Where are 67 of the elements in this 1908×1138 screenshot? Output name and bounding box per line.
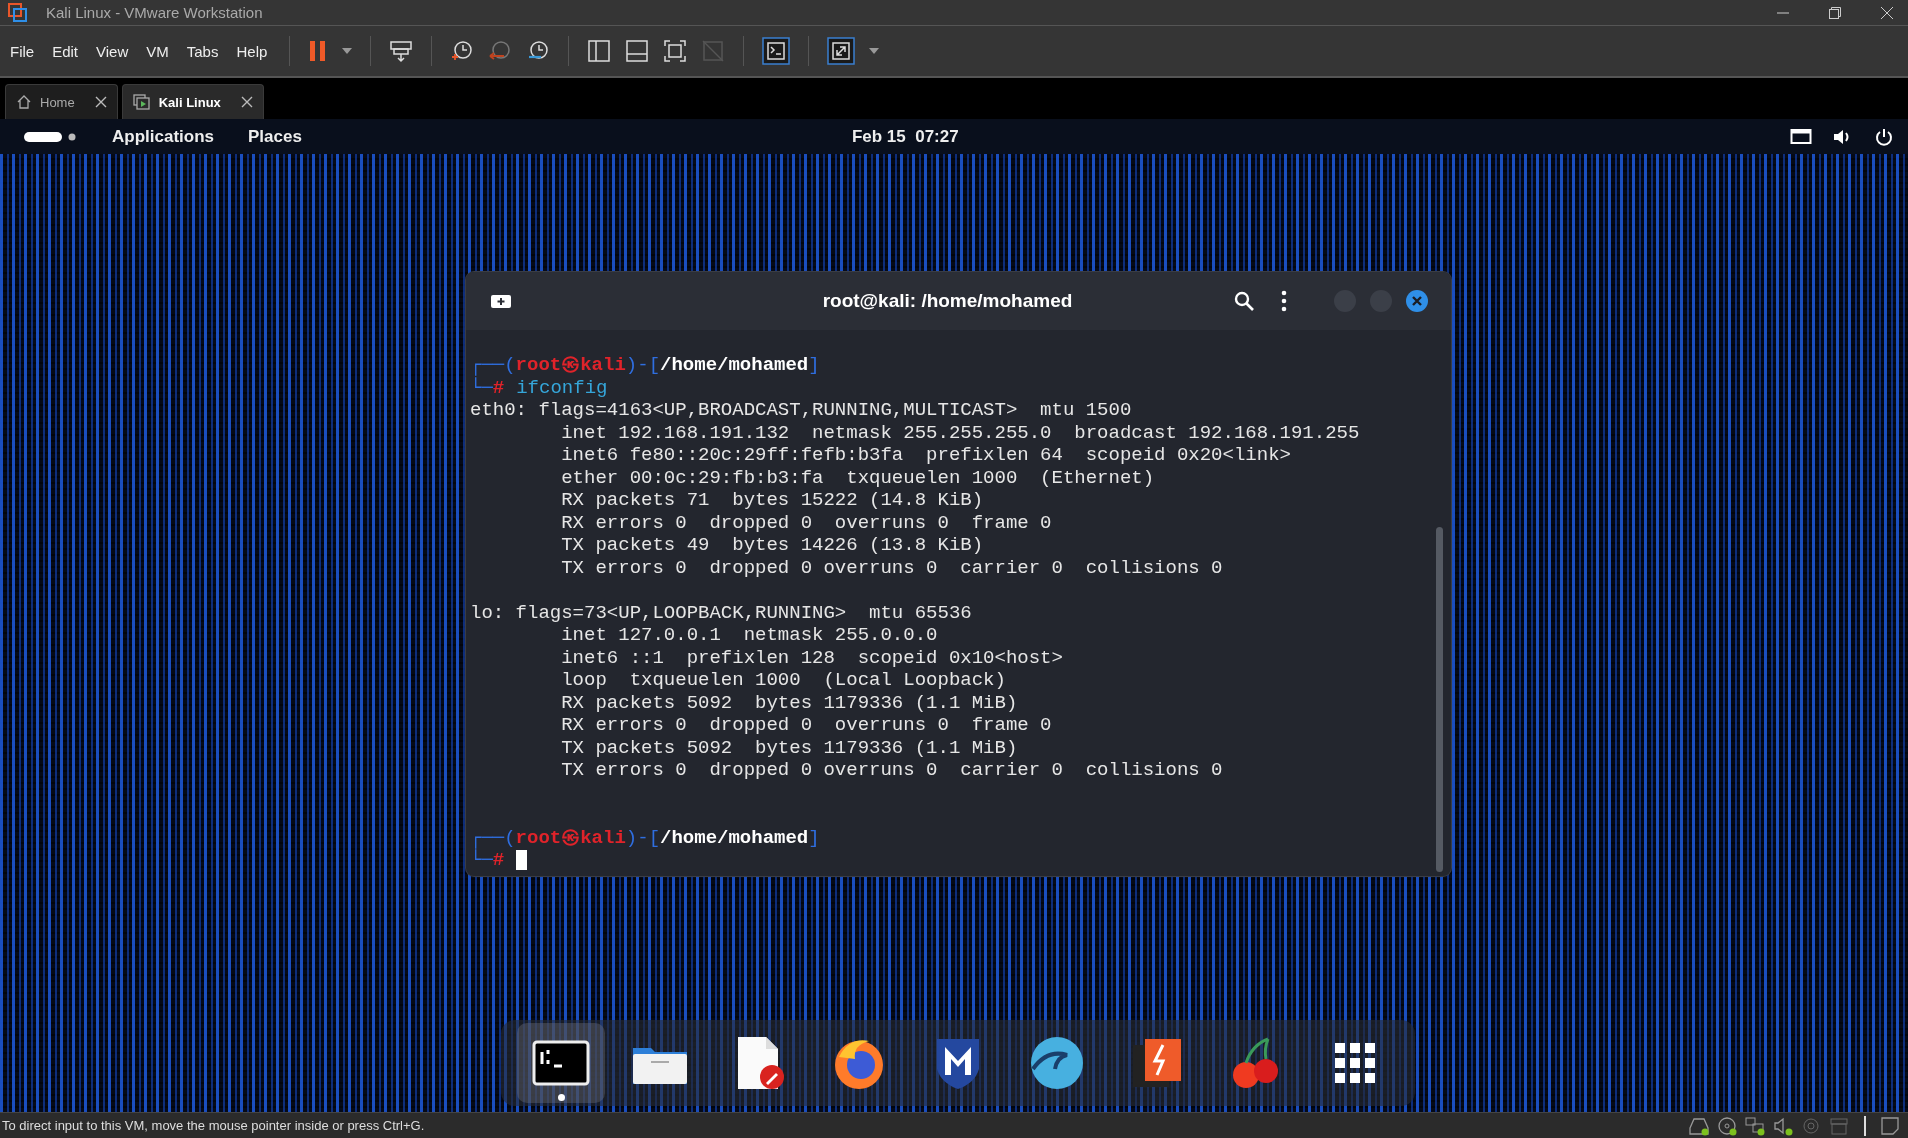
output-line: RX packets 71 bytes 15222 (14.8 KiB) [560, 489, 985, 512]
menu-item[interactable]: Help [236, 42, 268, 60]
window-title: Kali Linux - VMware Workstation [46, 4, 263, 21]
output-line: RX errors 0 dropped 0 overruns 0 frame 0 [560, 511, 1053, 534]
output-line: loop txqueuelen 1000 (Local Loopback) [560, 669, 1007, 692]
prompt-line: ┌──(root㉿kali)-[/home/mohamed] [470, 354, 821, 376]
command-line: └─# [470, 849, 505, 872]
new-tab-icon[interactable] [490, 292, 512, 310]
close-icon[interactable] [94, 96, 107, 108]
running-indicator [557, 1094, 565, 1101]
display-icon[interactable] [1790, 127, 1812, 146]
home-icon [16, 94, 32, 110]
search-icon[interactable] [1233, 290, 1255, 312]
command-line: └─# ifconfig [470, 376, 608, 399]
prompt-line: ┌──(root㉿kali)-[/home/mohamed] [470, 826, 821, 849]
vm-icon [132, 94, 151, 110]
menu-item[interactable]: VM [146, 42, 169, 60]
terminal-title: root@kali: /home/mohamed [821, 290, 1074, 312]
clock[interactable]: Feb 15 07:27 [851, 126, 959, 147]
output-line: inet6 fe80::20c:29ff:fefb:b3fa prefixlen 64 scopeid 0x20<link> [560, 444, 1292, 467]
terminal-icon [531, 1040, 590, 1086]
bottom-panel-icon[interactable] [625, 39, 650, 63]
device-status-icon[interactable] [1688, 1115, 1710, 1136]
output-line: inet 127.0.0.1 netmask 255.0.0.0 [560, 624, 939, 647]
tab[interactable]: Home [5, 84, 118, 119]
output-line: ether 00:0c:29:fb:b3:fa txqueuelen 1000 (Ethernet) [560, 466, 1156, 489]
output-line: inet 192.168.191.132 netmask 255.255.255.0 broadcast 192.168.191.255 [560, 421, 1361, 444]
dock-item[interactable] [516, 1023, 605, 1103]
menu-item[interactable]: View [96, 42, 129, 60]
power-icon[interactable] [1874, 126, 1894, 147]
kebab-menu-icon[interactable] [1281, 290, 1287, 312]
panel-menu[interactable]: Applications [112, 126, 214, 147]
menu-item[interactable]: Tabs [186, 42, 219, 60]
status-message: To direct input to this VM, move the mouse pointer inside or press Ctrl+G. [2, 1118, 425, 1133]
tab[interactable]: Kali Linux [121, 84, 264, 119]
clock-plus-icon[interactable] [450, 39, 475, 63]
output-line: TX errors 0 dropped 0 overruns 0 carrier 0 collisions 0 [560, 556, 1224, 579]
output-line: TX packets 5092 bytes 1179336 (1.1 MiB) [560, 736, 1019, 759]
workspace-indicator-icon[interactable] [24, 130, 78, 143]
restore-icon[interactable] [1828, 5, 1842, 20]
panel-menu[interactable]: Places [248, 126, 302, 147]
fit-screen-icon[interactable] [663, 39, 688, 63]
device-status-icon[interactable] [1744, 1115, 1766, 1136]
scrollbar[interactable] [1436, 527, 1443, 872]
output-line: RX errors 0 dropped 0 overruns 0 frame 0 [560, 714, 1053, 737]
app-logo-icon [8, 2, 28, 23]
device-status-icon[interactable] [1772, 1115, 1794, 1136]
caret-icon[interactable] [342, 48, 353, 54]
output-line: TX errors 0 dropped 0 overruns 0 carrier 0 collisions 0 [560, 759, 1224, 782]
close-icon[interactable] [1405, 289, 1429, 313]
output-line: inet6 ::1 prefixlen 128 scopeid 0x10<host> [560, 646, 1064, 669]
console-icon[interactable] [762, 37, 791, 65]
split-view-icon[interactable] [587, 39, 612, 63]
output-line: TX packets 49 bytes 14226 (13.8 KiB) [560, 534, 985, 557]
output-line: RX packets 5092 bytes 1179336 (1.1 MiB) [560, 691, 1019, 714]
grid-icon [1333, 1041, 1378, 1085]
close-icon[interactable] [1880, 5, 1894, 20]
output-line: lo: flags=73<UP,LOOPBACK,RUNNING> mtu 65536 [470, 601, 973, 624]
device-status-icon[interactable] [1716, 1115, 1738, 1136]
menu-item[interactable]: File [10, 42, 35, 60]
clock-arrow-icon[interactable] [488, 39, 513, 63]
fullscreen-icon[interactable] [827, 37, 856, 65]
output-line: eth0: flags=4163<UP,BROADCAST,RUNNING,MULTICAST> mtu 1500 [470, 399, 1133, 422]
caret-icon[interactable] [869, 48, 880, 54]
menu-item[interactable]: Edit [52, 42, 79, 60]
note-icon[interactable] [1880, 1115, 1900, 1136]
close-icon[interactable] [240, 96, 253, 108]
